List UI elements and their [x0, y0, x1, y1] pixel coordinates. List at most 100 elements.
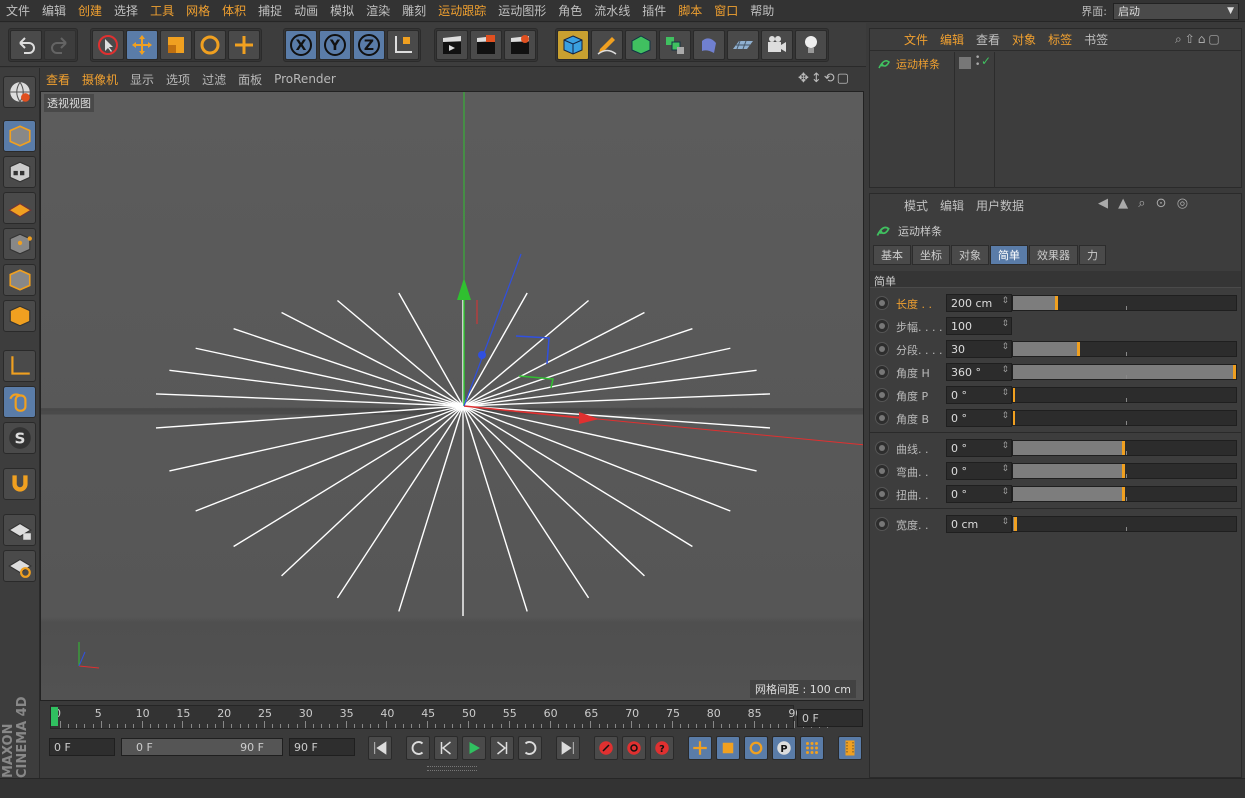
param-slider[interactable] [1012, 440, 1237, 456]
model-mode-button[interactable] [3, 120, 36, 152]
viewport-menu-item-5[interactable]: 面板 [232, 71, 268, 88]
animate-radio[interactable] [875, 388, 889, 402]
object-manager-tools[interactable]: ⌕⇧⌂▢ [1175, 32, 1223, 47]
menu-item-18[interactable]: 窗口 [708, 2, 744, 19]
object-row[interactable]: 运动样条 [876, 56, 940, 72]
viewport-menu-item-1[interactable]: 摄像机 [76, 71, 124, 88]
prev-frame-button[interactable] [434, 736, 458, 760]
viewport-menu-item-3[interactable]: 选项 [160, 71, 196, 88]
param-value-field[interactable]: 0 ° [946, 386, 1012, 404]
tweak-mode-button[interactable] [3, 386, 36, 418]
menu-item-19[interactable]: 帮助 [744, 2, 780, 19]
render-to-picture-viewer-button[interactable] [470, 30, 502, 60]
play-button[interactable] [462, 736, 486, 760]
animate-radio[interactable] [875, 296, 889, 310]
param-slider[interactable] [1012, 516, 1237, 532]
tab-0[interactable]: 基本 [873, 245, 911, 265]
playhead[interactable] [51, 707, 58, 726]
menu-item-17[interactable]: 脚本 [672, 2, 708, 19]
animate-radio[interactable] [875, 441, 889, 455]
texture-mode-button[interactable] [3, 156, 36, 188]
menu-item-0[interactable]: 文件 [0, 2, 36, 19]
param-value-field[interactable]: 30 [946, 340, 1012, 358]
key-param-button[interactable]: P [772, 736, 796, 760]
param-value-field[interactable]: 0 ° [946, 485, 1012, 503]
attribute-nav-icons[interactable]: ◀ ▲ ⌕ ⊙ ◎ [1098, 196, 1191, 211]
object-menu-item-2[interactable]: 查看 [970, 31, 1006, 48]
timeline[interactable]: 051015202530354045505560657075808590 0 F [40, 703, 866, 733]
attribute-menu-item-2[interactable]: 用户数据 [970, 197, 1030, 214]
menu-item-3[interactable]: 选择 [108, 2, 144, 19]
attribute-menu-item-1[interactable]: 编辑 [934, 197, 970, 214]
param-slider[interactable] [1012, 364, 1237, 380]
edges-mode-button[interactable] [3, 264, 36, 296]
cube-button[interactable] [557, 30, 589, 60]
animate-radio[interactable] [875, 464, 889, 478]
param-slider[interactable] [1012, 410, 1237, 426]
start-frame-field[interactable]: 0 F [49, 738, 115, 756]
menu-item-12[interactable]: 运动跟踪 [432, 2, 492, 19]
menu-item-11[interactable]: 雕刻 [396, 2, 432, 19]
param-slider[interactable] [1012, 486, 1237, 502]
menu-item-5[interactable]: 网格 [180, 2, 216, 19]
object-menu-item-3[interactable]: 对象 [1006, 31, 1042, 48]
frame-range-slider[interactable]: 0 F 90 F [121, 738, 283, 756]
menu-item-7[interactable]: 捕捉 [252, 2, 288, 19]
planar-workplane-button[interactable] [3, 550, 36, 582]
key-pla-button[interactable] [800, 736, 824, 760]
menu-item-1[interactable]: 编辑 [36, 2, 72, 19]
menu-item-10[interactable]: 渲染 [360, 2, 396, 19]
polygons-mode-button[interactable] [3, 300, 36, 332]
param-slider[interactable] [1012, 341, 1237, 357]
move-button[interactable] [126, 30, 158, 60]
param-value-field[interactable]: 0 cm [946, 515, 1012, 533]
lock-workplane-button[interactable] [3, 514, 36, 546]
tab-4[interactable]: 效果器 [1029, 245, 1078, 265]
floor-button[interactable] [727, 30, 759, 60]
tab-1[interactable]: 坐标 [912, 245, 950, 265]
param-value-field[interactable]: 0 ° [946, 409, 1012, 427]
light-button[interactable] [795, 30, 827, 60]
object-menu-item-4[interactable]: 标签 [1042, 31, 1078, 48]
object-menu-item-1[interactable]: 编辑 [934, 31, 970, 48]
redo-button[interactable] [44, 30, 76, 60]
undo-button[interactable] [10, 30, 42, 60]
tab-5[interactable]: 力 [1079, 245, 1106, 265]
menu-item-16[interactable]: 插件 [636, 2, 672, 19]
key-rotation-button[interactable] [744, 736, 768, 760]
prev-key-button[interactable] [406, 736, 430, 760]
tab-3[interactable]: 简单 [990, 245, 1028, 265]
render-settings-button[interactable] [504, 30, 536, 60]
viewport-menu-item-4[interactable]: 过滤 [196, 71, 232, 88]
menu-item-6[interactable]: 体积 [216, 2, 252, 19]
menu-item-4[interactable]: 工具 [144, 2, 180, 19]
viewport-menu-item-2[interactable]: 显示 [124, 71, 160, 88]
perspective-viewport[interactable] [40, 91, 864, 701]
param-value-field[interactable]: 0 ° [946, 439, 1012, 457]
layout-select[interactable]: 启动 ▼ [1113, 2, 1239, 20]
viewport-canvas[interactable] [41, 92, 864, 701]
animate-radio[interactable] [875, 319, 889, 333]
key-position-button[interactable] [688, 736, 712, 760]
pen-button[interactable] [591, 30, 623, 60]
menu-item-9[interactable]: 模拟 [324, 2, 360, 19]
animate-radio[interactable] [875, 411, 889, 425]
attribute-menu-item-0[interactable]: 模式 [898, 197, 934, 214]
object-tree[interactable]: 运动样条 [870, 52, 955, 188]
z-axis-lock-button[interactable]: Z [353, 30, 385, 60]
current-frame-field[interactable]: 0 F [797, 709, 863, 727]
param-value-field[interactable]: 100 [946, 317, 1012, 335]
make-editable-button[interactable] [3, 76, 36, 108]
object-menu-item-5[interactable]: 书签 [1078, 31, 1114, 48]
y-axis-lock-button[interactable]: Y [319, 30, 351, 60]
param-slider[interactable] [1012, 295, 1237, 311]
recent-tool-button[interactable] [228, 30, 260, 60]
x-axis-lock-button[interactable]: X [285, 30, 317, 60]
menu-item-8[interactable]: 动画 [288, 2, 324, 19]
viewport-nav-icons[interactable]: ✥↕⟲▢ [798, 71, 851, 86]
subdivision-button[interactable] [625, 30, 657, 60]
axis-mode-button[interactable] [3, 350, 36, 382]
menu-item-13[interactable]: 运动图形 [492, 2, 552, 19]
solo-button[interactable]: S [3, 422, 36, 454]
scale-button[interactable] [160, 30, 192, 60]
